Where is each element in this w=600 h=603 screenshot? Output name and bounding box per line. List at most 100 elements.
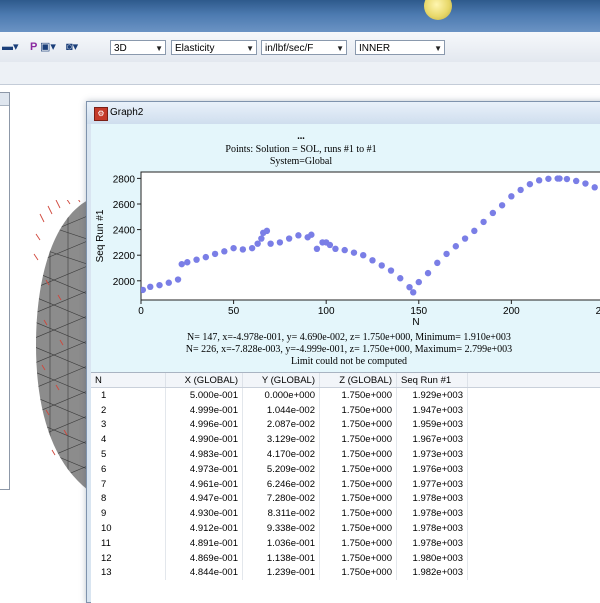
data-point[interactable] (327, 242, 333, 248)
data-point[interactable] (156, 282, 162, 288)
data-point[interactable] (295, 232, 301, 238)
data-point[interactable] (443, 251, 449, 257)
table-row[interactable]: 104.912e-0019.338e-0021.750e+0001.978e+0… (91, 521, 600, 536)
results-table[interactable]: N X (GLOBAL) Y (GLOBAL) Z (GLOBAL) Seq R… (91, 373, 600, 580)
table-row[interactable]: 34.996e-0012.087e-0021.750e+0001.959e+00… (91, 418, 600, 433)
chevron-down-icon: ▼ (155, 41, 163, 56)
data-point[interactable] (397, 275, 403, 281)
table-row[interactable]: 24.999e-0011.044e-0021.750e+0001.947e+00… (91, 403, 600, 418)
data-point[interactable] (564, 176, 570, 182)
data-point[interactable] (264, 228, 270, 234)
data-point[interactable] (314, 246, 320, 252)
graph-window[interactable]: ⚙ Graph2 ... Points: Solution = SOL, run… (86, 101, 600, 603)
data-point[interactable] (193, 256, 199, 262)
table-row[interactable]: 124.869e-0011.138e-0011.750e+0001.980e+0… (91, 551, 600, 566)
data-point[interactable] (536, 177, 542, 183)
cell-x: 4.891e-001 (166, 536, 243, 551)
table-row[interactable]: 64.973e-0015.209e-0021.750e+0001.976e+00… (91, 462, 600, 477)
data-point[interactable] (480, 219, 486, 225)
column-header-z[interactable]: Z (GLOBAL) (320, 373, 397, 388)
data-point[interactable] (490, 210, 496, 216)
data-point[interactable] (277, 239, 283, 245)
data-point[interactable] (369, 257, 375, 263)
column-header-x[interactable]: X (GLOBAL) (166, 373, 243, 388)
data-point[interactable] (258, 235, 264, 241)
camera-icon[interactable]: ◙▾ (66, 40, 78, 54)
data-point[interactable] (416, 279, 422, 285)
x-axis-label: N (412, 317, 419, 328)
cell-seq-run: 1.959e+003 (397, 418, 468, 433)
p-button[interactable]: P (30, 40, 37, 54)
cell-z: 1.750e+000 (320, 506, 397, 521)
data-point[interactable] (388, 267, 394, 273)
data-point[interactable] (267, 240, 273, 246)
table-row[interactable]: 15.000e-0010.000e+0001.750e+0001.929e+00… (91, 388, 600, 403)
table-row[interactable]: 44.990e-0013.129e-0021.750e+0001.967e+00… (91, 432, 600, 447)
data-point[interactable] (212, 251, 218, 257)
plot-area[interactable]: ... Points: Solution = SOL, runs #1 to #… (91, 124, 600, 372)
cell-n: 12 (91, 551, 166, 566)
data-point[interactable] (360, 252, 366, 258)
table-row[interactable]: 114.891e-0011.036e-0011.750e+0001.978e+0… (91, 536, 600, 551)
print-icon[interactable]: ▣▾ (40, 40, 56, 54)
data-point[interactable] (379, 262, 385, 268)
table-header-row: N X (GLOBAL) Y (GLOBAL) Z (GLOBAL) Seq R… (91, 373, 600, 388)
x-tick-label: 100 (318, 306, 335, 317)
data-point[interactable] (175, 276, 181, 282)
table-row[interactable]: 134.844e-0011.239e-0011.750e+0001.982e+0… (91, 566, 600, 581)
data-point[interactable] (462, 235, 468, 241)
analysis-dimension-select[interactable]: 3D▼ (110, 40, 166, 55)
data-point[interactable] (254, 240, 260, 246)
data-point[interactable] (425, 270, 431, 276)
graph-window-title-bar[interactable]: ⚙ Graph2 (87, 102, 600, 124)
data-point[interactable] (517, 187, 523, 193)
data-point[interactable] (179, 261, 185, 267)
table-row[interactable]: 94.930e-0018.311e-0021.750e+0001.978e+00… (91, 506, 600, 521)
data-point[interactable] (499, 202, 505, 208)
data-point[interactable] (406, 284, 412, 290)
data-point[interactable] (582, 180, 588, 186)
data-point[interactable] (240, 246, 246, 252)
data-point[interactable] (221, 248, 227, 254)
title-bar-background (0, 0, 600, 32)
data-point[interactable] (434, 260, 440, 266)
units-select[interactable]: in/lbf/sec/F▼ (261, 40, 347, 55)
data-point[interactable] (556, 175, 562, 181)
group-select[interactable]: INNER▼ (355, 40, 445, 55)
cell-z: 1.750e+000 (320, 551, 397, 566)
data-point[interactable] (545, 176, 551, 182)
column-header-n[interactable]: N (91, 373, 166, 388)
data-point[interactable] (249, 245, 255, 251)
data-point[interactable] (508, 193, 514, 199)
analysis-type-select[interactable]: Elasticity▼ (171, 40, 257, 55)
cell-y: 4.170e-002 (243, 447, 320, 462)
data-point[interactable] (286, 235, 292, 241)
table-row[interactable]: 84.947e-0017.280e-0021.750e+0001.978e+00… (91, 492, 600, 507)
caption-system: System=Global (91, 156, 511, 167)
chart[interactable]: 05010015020025020002200240026002800NSeq … (91, 170, 600, 330)
fem-mesh-model[interactable] (30, 200, 90, 490)
column-header-seq-run[interactable]: Seq Run #1 (397, 373, 468, 388)
results-table-container[interactable]: N X (GLOBAL) Y (GLOBAL) Z (GLOBAL) Seq R… (91, 372, 600, 603)
data-point[interactable] (573, 178, 579, 184)
left-panel[interactable] (0, 92, 10, 490)
data-point[interactable] (166, 280, 172, 286)
data-point[interactable] (203, 254, 209, 260)
data-point[interactable] (410, 289, 416, 295)
table-row[interactable]: 74.961e-0016.246e-0021.750e+0001.977e+00… (91, 477, 600, 492)
data-point[interactable] (308, 232, 314, 238)
folder-icon[interactable]: ▬▾ (2, 40, 19, 54)
data-point[interactable] (147, 284, 153, 290)
data-point[interactable] (351, 249, 357, 255)
data-point[interactable] (527, 181, 533, 187)
data-point[interactable] (453, 243, 459, 249)
column-header-y[interactable]: Y (GLOBAL) (243, 373, 320, 388)
data-point[interactable] (332, 246, 338, 252)
data-point[interactable] (592, 184, 598, 190)
data-point[interactable] (342, 247, 348, 253)
table-row[interactable]: 54.983e-0014.170e-0021.750e+0001.973e+00… (91, 447, 600, 462)
data-point[interactable] (230, 245, 236, 251)
cell-y: 1.239e-001 (243, 566, 320, 581)
data-point[interactable] (471, 228, 477, 234)
data-point[interactable] (184, 259, 190, 265)
